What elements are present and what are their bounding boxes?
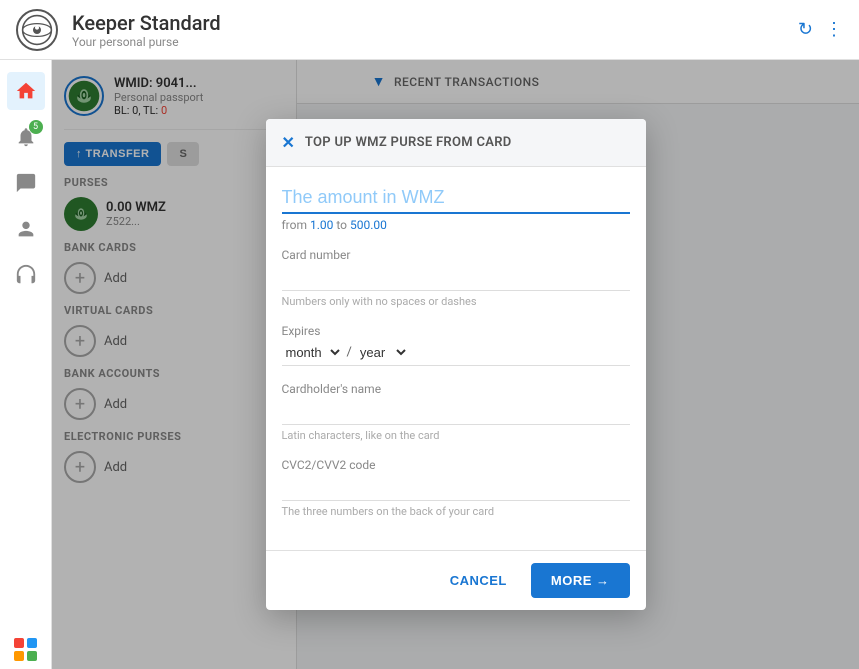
card-number-label: Card number	[282, 248, 630, 262]
notifications-badge: 5	[29, 120, 43, 134]
sidebar-item-contacts[interactable]	[7, 210, 45, 248]
modal-footer: CANCEL MORE →	[266, 550, 646, 610]
modal-header: ✕ TOP UP WMZ PURSE FROM CARD	[266, 119, 646, 167]
app-container: Keeper Standard Your personal purse ↻ ⋮ …	[0, 0, 859, 669]
cancel-button[interactable]: CANCEL	[438, 565, 519, 596]
app-title-block: Keeper Standard Your personal purse	[72, 11, 221, 49]
color-dot-orange	[14, 651, 24, 661]
cardholder-group: Cardholder's name Latin characters, like…	[282, 382, 630, 442]
sidebar: 5	[0, 60, 52, 669]
color-dots	[14, 638, 37, 661]
sidebar-item-home[interactable]	[7, 72, 45, 110]
expires-label: Expires	[282, 324, 630, 338]
amount-input[interactable]	[282, 183, 630, 214]
card-number-hint: Numbers only with no spaces or dashes	[282, 295, 630, 308]
sidebar-item-notifications[interactable]: 5	[7, 118, 45, 156]
expires-row: month 010203 040506 070809 101112 / year	[282, 344, 630, 366]
content-area: ▼ RECENT TRANSACTIONS	[52, 60, 859, 669]
cardholder-label: Cardholder's name	[282, 382, 630, 396]
refresh-icon[interactable]: ↻	[798, 19, 813, 40]
amount-max: 500.00	[350, 218, 387, 232]
app-subtitle: Your personal purse	[72, 35, 221, 49]
card-number-group: Card number Numbers only with no spaces …	[282, 248, 630, 308]
color-dot-green	[27, 651, 37, 661]
menu-icon[interactable]: ⋮	[825, 19, 843, 40]
app-title: Keeper Standard	[72, 11, 221, 35]
amount-min: 1.00	[310, 218, 333, 232]
app-header: Keeper Standard Your personal purse ↻ ⋮	[0, 0, 859, 60]
sidebar-item-messages[interactable]	[7, 164, 45, 202]
color-dot-red	[14, 638, 24, 648]
expires-group: Expires month 010203 040506 070809 10111…	[282, 324, 630, 366]
sidebar-item-support[interactable]	[7, 256, 45, 294]
expires-separator: /	[347, 345, 352, 360]
cvv-label: CVC2/CVV2 code	[282, 458, 630, 472]
modal-title: TOP UP WMZ PURSE FROM CARD	[305, 135, 512, 150]
year-select[interactable]: year 202420252026 2027202820292030	[356, 344, 409, 361]
sidebar-bottom	[14, 634, 37, 669]
month-select[interactable]: month 010203 040506 070809 101112	[282, 344, 343, 361]
cvv-input[interactable]	[282, 476, 630, 501]
amount-group: from 1.00 to 500.00	[282, 183, 630, 232]
color-dot-blue	[27, 638, 37, 648]
card-number-input[interactable]	[282, 266, 630, 291]
header-actions: ↻ ⋮	[798, 19, 843, 40]
app-logo	[16, 9, 58, 51]
cardholder-input[interactable]	[282, 400, 630, 425]
main-layout: 5 ▼	[0, 60, 859, 669]
amount-range: from 1.00 to 500.00	[282, 218, 630, 232]
more-button[interactable]: MORE →	[531, 563, 630, 598]
cvv-hint: The three numbers on the back of your ca…	[282, 505, 630, 518]
modal-body: from 1.00 to 500.00 Card number Numbers …	[266, 167, 646, 550]
modal-overlay: ✕ TOP UP WMZ PURSE FROM CARD from 1.00 t…	[52, 60, 859, 669]
cardholder-hint: Latin characters, like on the card	[282, 429, 630, 442]
modal-close-button[interactable]: ✕	[282, 133, 295, 152]
cvv-group: CVC2/CVV2 code The three numbers on the …	[282, 458, 630, 518]
modal: ✕ TOP UP WMZ PURSE FROM CARD from 1.00 t…	[266, 119, 646, 610]
